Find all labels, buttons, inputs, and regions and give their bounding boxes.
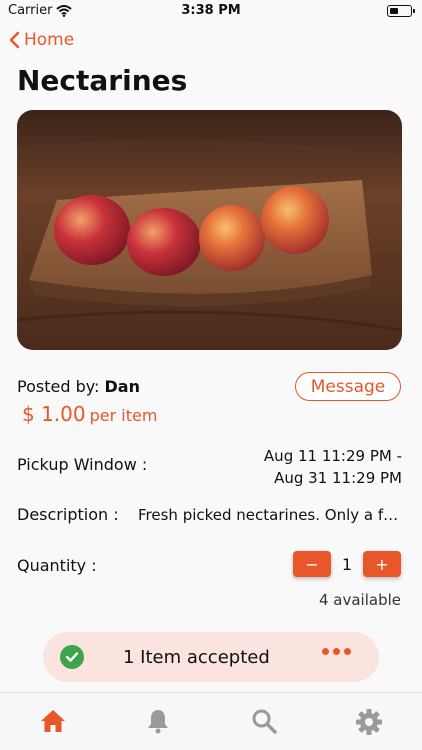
- gear-icon: [356, 709, 383, 735]
- search-icon: [252, 709, 277, 734]
- tab-bar: [0, 692, 422, 750]
- pickup-end: Aug 31 11:29 PM: [274, 469, 402, 487]
- more-options-icon[interactable]: [322, 648, 351, 655]
- pickup-start: Aug 11 11:29 PM -: [263, 447, 402, 465]
- price-unit: per item: [89, 406, 158, 425]
- chevron-left-icon: [9, 31, 20, 49]
- status-time: 3:38 PM: [181, 3, 241, 18]
- pickup-window-label: Pickup Window :: [17, 455, 148, 474]
- quantity-stepper: − 1 +: [293, 551, 401, 577]
- battery-icon: [387, 5, 415, 17]
- home-icon: [40, 710, 65, 732]
- pickup-window-value: Aug 11 11:29 PM - Aug 31 11:29 PM: [264, 445, 402, 489]
- product-photo: [17, 110, 402, 350]
- banner-text: 1 Item accepted: [123, 647, 270, 668]
- tab-home[interactable]: [33, 708, 73, 734]
- accepted-banner: 1 Item accepted: [43, 632, 379, 682]
- message-button[interactable]: Message: [295, 372, 401, 401]
- back-button[interactable]: Home: [8, 30, 74, 50]
- tab-settings[interactable]: [349, 708, 389, 736]
- description-value: Fresh picked nectarines. Only a few left…: [138, 506, 403, 524]
- status-bar: Carrier 3:38 PM: [0, 0, 422, 22]
- price-amount: $ 1.00: [22, 402, 86, 426]
- quantity-label: Quantity :: [17, 556, 97, 575]
- check-circle-icon: [60, 645, 84, 669]
- decrement-button[interactable]: −: [293, 551, 331, 577]
- back-label: Home: [24, 30, 75, 50]
- quantity-value: 1: [341, 554, 353, 574]
- page-title: Nectarines: [17, 64, 188, 97]
- description-label: Description :: [17, 505, 119, 524]
- available-count: 4 available: [318, 591, 401, 609]
- tab-notifications[interactable]: [138, 708, 178, 734]
- tab-search[interactable]: [244, 708, 284, 734]
- price: $ 1.00 per item: [22, 402, 157, 426]
- posted-by: Posted by: Dan: [17, 377, 140, 396]
- bell-icon: [148, 710, 169, 734]
- increment-button[interactable]: +: [363, 551, 401, 577]
- poster-name: Dan: [104, 377, 140, 396]
- posted-by-label: Posted by:: [17, 377, 100, 396]
